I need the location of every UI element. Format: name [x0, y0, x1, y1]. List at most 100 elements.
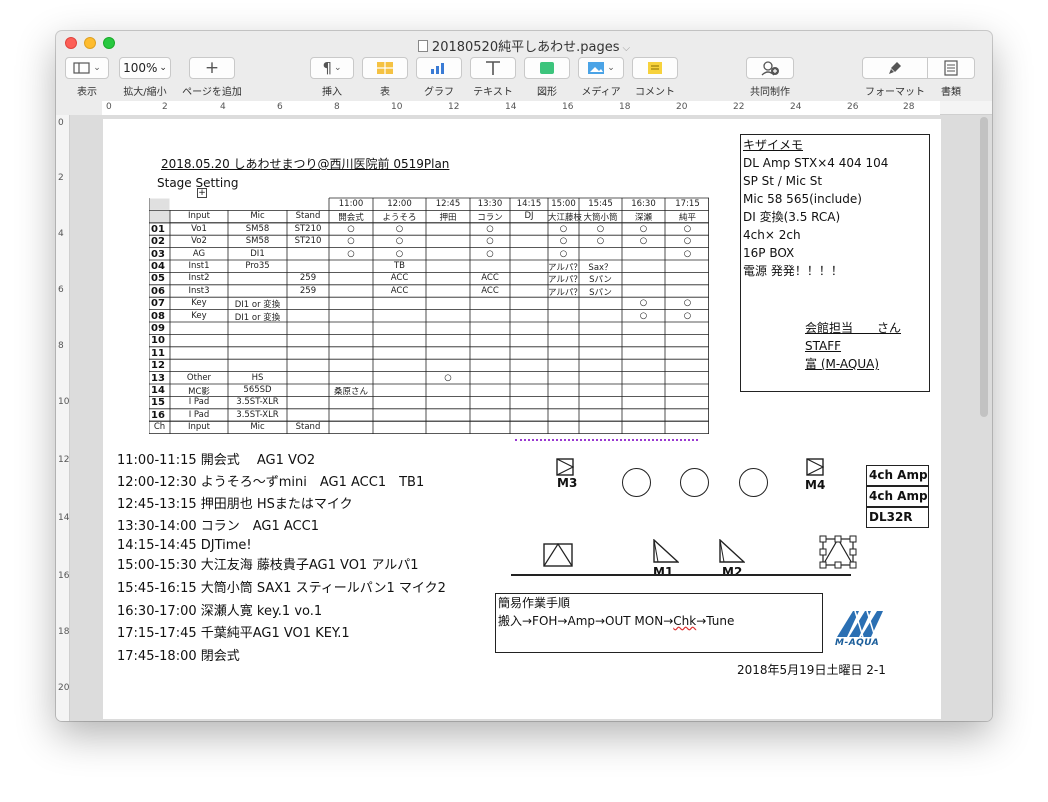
speaker-circle-3[interactable]	[739, 468, 768, 497]
monitor-m1-icon[interactable]	[653, 539, 679, 563]
schedule-line[interactable]: 15:00-15:30 大江友海 藤枝貴子AG1 VO1 アルパ1	[117, 554, 418, 573]
table-cell[interactable]: SM58	[228, 236, 287, 246]
table-cell[interactable]: 15	[151, 397, 165, 408]
table-cell[interactable]: 12	[151, 360, 165, 371]
schedule-line[interactable]: 16:30-17:00 深瀬人寛 key.1 vo.1	[117, 600, 322, 619]
schedule-line[interactable]: 17:15-17:45 千葉純平AG1 VO1 KEY.1	[117, 622, 350, 641]
speaker-box-icon[interactable]	[543, 543, 573, 567]
format-button[interactable]	[862, 57, 928, 79]
table-cell[interactable]: ○	[665, 298, 710, 308]
table-cell[interactable]: 16:30	[622, 199, 665, 209]
table-cell[interactable]: Mic	[228, 422, 287, 432]
table-cell[interactable]: 開会式	[329, 211, 373, 223]
table-cell[interactable]: ようそろ	[373, 211, 426, 223]
text-button[interactable]	[470, 57, 516, 79]
table-cell[interactable]: ○	[373, 236, 426, 246]
table-cell[interactable]: 12:00	[373, 199, 426, 209]
table-cell[interactable]: コラン	[470, 211, 510, 223]
table-cell[interactable]: AG	[170, 249, 228, 259]
table-cell[interactable]: 13:30	[470, 199, 510, 209]
schedule-line[interactable]: 12:00-12:30 ようそろ〜ずmini AG1 ACC1 TB1	[117, 471, 424, 490]
table-cell[interactable]: 14:15	[510, 199, 548, 209]
table-cell[interactable]: Stand	[287, 211, 329, 221]
amp-box-2[interactable]: 4ch Amp	[866, 486, 929, 507]
table-cell[interactable]: 桑原さん	[329, 385, 373, 397]
table-cell[interactable]: ST210	[287, 224, 329, 234]
table-cell[interactable]: 11:00	[329, 199, 373, 209]
table-cell[interactable]: Inst3	[170, 286, 228, 296]
table-cell[interactable]: Sパン	[579, 286, 622, 298]
table-cell[interactable]: 259	[287, 286, 329, 296]
table-cell[interactable]: SM58	[228, 224, 287, 234]
table-cell[interactable]: 565SD	[228, 385, 287, 395]
table-cell[interactable]: ACC	[470, 286, 510, 296]
monitor-m3-icon[interactable]	[556, 458, 574, 476]
table-cell[interactable]: Vo2	[170, 236, 228, 246]
insert-button[interactable]: ¶ ⌄	[310, 57, 354, 79]
table-cell[interactable]: アルパ？	[548, 273, 582, 285]
table-cell[interactable]: ○	[622, 311, 665, 321]
selected-shape-icon[interactable]	[819, 535, 857, 569]
table-cell[interactable]: ACC	[373, 286, 426, 296]
table-cell[interactable]: 05	[151, 273, 165, 284]
footer-date[interactable]: 2018年5月19日土曜日 2-1	[737, 661, 886, 678]
table-cell[interactable]: ○	[665, 224, 710, 234]
speaker-circle-2[interactable]	[680, 468, 709, 497]
table-cell[interactable]: 16	[151, 410, 165, 421]
table-cell[interactable]: 09	[151, 323, 165, 334]
schedule-line[interactable]: 14:15-14:45 DJTime!	[117, 538, 252, 553]
table-cell[interactable]: 押田	[426, 211, 470, 223]
table-cell[interactable]: 04	[151, 261, 165, 272]
table-cell[interactable]: ○	[470, 224, 510, 234]
table-cell[interactable]: 大筒小筒	[579, 211, 622, 223]
table-cell[interactable]: DJ	[510, 211, 548, 221]
add-page-button[interactable]: +	[189, 57, 235, 79]
table-cell[interactable]: 01	[151, 224, 165, 235]
media-button[interactable]: ⌄	[578, 57, 624, 79]
table-cell[interactable]: 17:15	[665, 199, 710, 209]
table-cell[interactable]: ○	[548, 236, 579, 246]
table-cell[interactable]: ○	[665, 249, 710, 259]
table-cell[interactable]: 07	[151, 298, 165, 309]
monitor-m4-icon[interactable]	[806, 458, 824, 476]
table-cell[interactable]: I Pad	[170, 410, 228, 420]
table-cell[interactable]: 15:45	[579, 199, 622, 209]
table-cell[interactable]: ○	[579, 224, 622, 234]
zoom-select[interactable]: 100% ⌄	[119, 57, 171, 79]
table-cell[interactable]: ○	[426, 373, 470, 383]
table-cell[interactable]: ○	[373, 249, 426, 259]
document-title[interactable]: 20180520純平しあわせ.pages ⌵	[56, 36, 992, 55]
table-cell[interactable]: 12:45	[426, 199, 470, 209]
table-cell[interactable]: ○	[622, 224, 665, 234]
table-cell[interactable]: Sパン	[579, 273, 622, 285]
table-cell[interactable]: ○	[329, 236, 373, 246]
view-button[interactable]: ⌄	[65, 57, 109, 79]
comment-button[interactable]	[632, 57, 678, 79]
table-cell[interactable]: 10	[151, 335, 165, 346]
table-cell[interactable]: ○	[622, 236, 665, 246]
table-cell[interactable]: アルパ？	[548, 261, 582, 273]
table-cell[interactable]: DI1	[228, 249, 287, 259]
table-cell[interactable]: DI1 or 変換	[228, 298, 287, 310]
table-cell[interactable]: ○	[329, 224, 373, 234]
table-cell[interactable]: ○	[373, 224, 426, 234]
document-page[interactable]: 2018.05.20 しあわせまつり@西川医院前 0519Plan Stage …	[103, 119, 941, 719]
table-cell[interactable]: DI1 or 変換	[228, 311, 287, 323]
schedule-line[interactable]: 12:45-13:15 押田朋也 HSまたはマイク	[117, 493, 353, 512]
schedule-line[interactable]: 13:30-14:00 コラン AG1 ACC1	[117, 515, 319, 534]
table-cell[interactable]: Sax？	[579, 261, 622, 273]
collaborate-button[interactable]	[746, 57, 794, 79]
table-cell[interactable]: 3.5ST-XLR	[228, 410, 287, 420]
table-cell[interactable]: 02	[151, 236, 165, 247]
monitor-m2-icon[interactable]	[719, 539, 745, 563]
stage-setting-table[interactable]: 11:00 12:00 12:45 13:30 14:15 15:00 15:45 16:30…	[149, 197, 709, 435]
table-cell[interactable]: ○	[329, 249, 373, 259]
table-cell[interactable]: ○	[548, 249, 579, 259]
table-cell[interactable]: ○	[622, 298, 665, 308]
table-cell[interactable]: Input	[170, 422, 228, 432]
table-cell[interactable]: 03	[151, 249, 165, 260]
table-cell[interactable]: Key	[170, 311, 228, 321]
table-cell[interactable]: ○	[579, 236, 622, 246]
table-cell[interactable]: ○	[665, 236, 710, 246]
equipment-memo-box[interactable]: キザイメモ DL Amp STX×4 404 104 SP St / Mic S…	[740, 134, 930, 392]
